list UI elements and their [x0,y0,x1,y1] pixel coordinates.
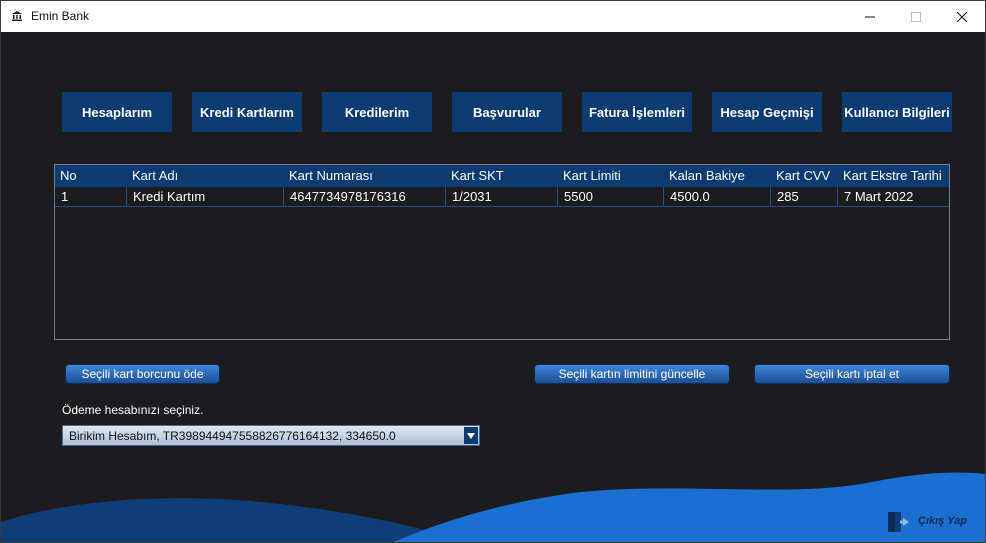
nav-kredilerim-button[interactable]: Kredilerim [322,92,432,132]
bank-icon [12,11,22,21]
main-content: Hesaplarım Kredi Kartlarım Kredilerim Ba… [1,32,985,542]
table-cell: 4500.0 [664,187,771,207]
window-title: Emin Bank [31,9,90,23]
cancel-card-button[interactable]: Seçili kartı iptal et [754,364,950,384]
logout-label: Çıkış Yap [918,515,967,527]
column-header-no[interactable]: No [55,165,127,187]
nav-fatura-islemleri-button[interactable]: Fatura İşlemleri [582,92,692,132]
column-header-kart-limiti[interactable]: Kart Limiti [558,165,664,187]
close-icon [957,11,967,22]
maximize-icon [911,11,921,22]
column-header-kart-numarasi[interactable]: Kart Numarası [284,165,446,187]
nav-hesaplarim-button[interactable]: Hesaplarım [62,92,172,132]
table-header: No Kart Adı Kart Numarası Kart SKT Kart … [55,165,949,187]
column-header-kart-skt[interactable]: Kart SKT [446,165,558,187]
credit-card-table[interactable]: No Kart Adı Kart Numarası Kart SKT Kart … [54,164,950,340]
logout-icon [888,512,909,532]
nav-hesap-gecmisi-button[interactable]: Hesap Geçmişi [712,92,822,132]
table-cell: 7 Mart 2022 [844,189,914,204]
app-window: Emin Bank Hesaplarım Kredi Kartlarım Kre… [0,0,986,543]
nav-kullanici-bilgileri-button[interactable]: Kullanıcı Bilgileri [842,92,952,132]
column-header-kart-ekstre-tarihi[interactable]: Kart Ekstre Tarihi [838,165,949,187]
table-cell: 4647734978176316 [284,187,446,207]
table-cell: Kredi Kartım [127,187,284,207]
table-cell: 285 [771,187,838,207]
title-bar: Emin Bank [1,1,985,32]
payment-account-label: Ödeme hesabınızı seçiniz. [62,403,204,417]
column-header-kart-cvv[interactable]: Kart CVV [771,165,838,187]
maximize-button[interactable] [893,1,939,32]
close-button[interactable] [939,1,985,32]
minimize-icon [865,16,875,17]
logout-button[interactable]: Çıkış Yap [883,509,979,535]
pay-card-debt-button[interactable]: Seçili kart borcunu öde [65,364,220,384]
nav-basvurular-button[interactable]: Başvurular [452,92,562,132]
table-cell: 1/2031 [446,187,558,207]
decorative-wave [1,472,985,542]
update-card-limit-button[interactable]: Seçili kartın limitini güncelle [534,364,730,384]
table-cell: 1 [55,187,127,207]
table-cell: 5500 [558,187,664,207]
column-header-kart-adi[interactable]: Kart Adı [127,165,284,187]
column-header-kalan-bakiye[interactable]: Kalan Bakiye [664,165,771,187]
payment-account-select[interactable]: Birikim Hesabım, TR398944947558826776164… [62,425,480,446]
dropdown-arrow[interactable] [464,427,478,444]
chevron-down-icon [467,432,475,439]
minimize-button[interactable] [847,1,893,32]
table-row[interactable]: 1 Kredi Kartım 4647734978176316 1/2031 5… [55,187,949,207]
payment-account-value: Birikim Hesabım, TR398944947558826776164… [69,429,396,443]
nav-kredi-kartlarim-button[interactable]: Kredi Kartlarım [192,92,302,132]
